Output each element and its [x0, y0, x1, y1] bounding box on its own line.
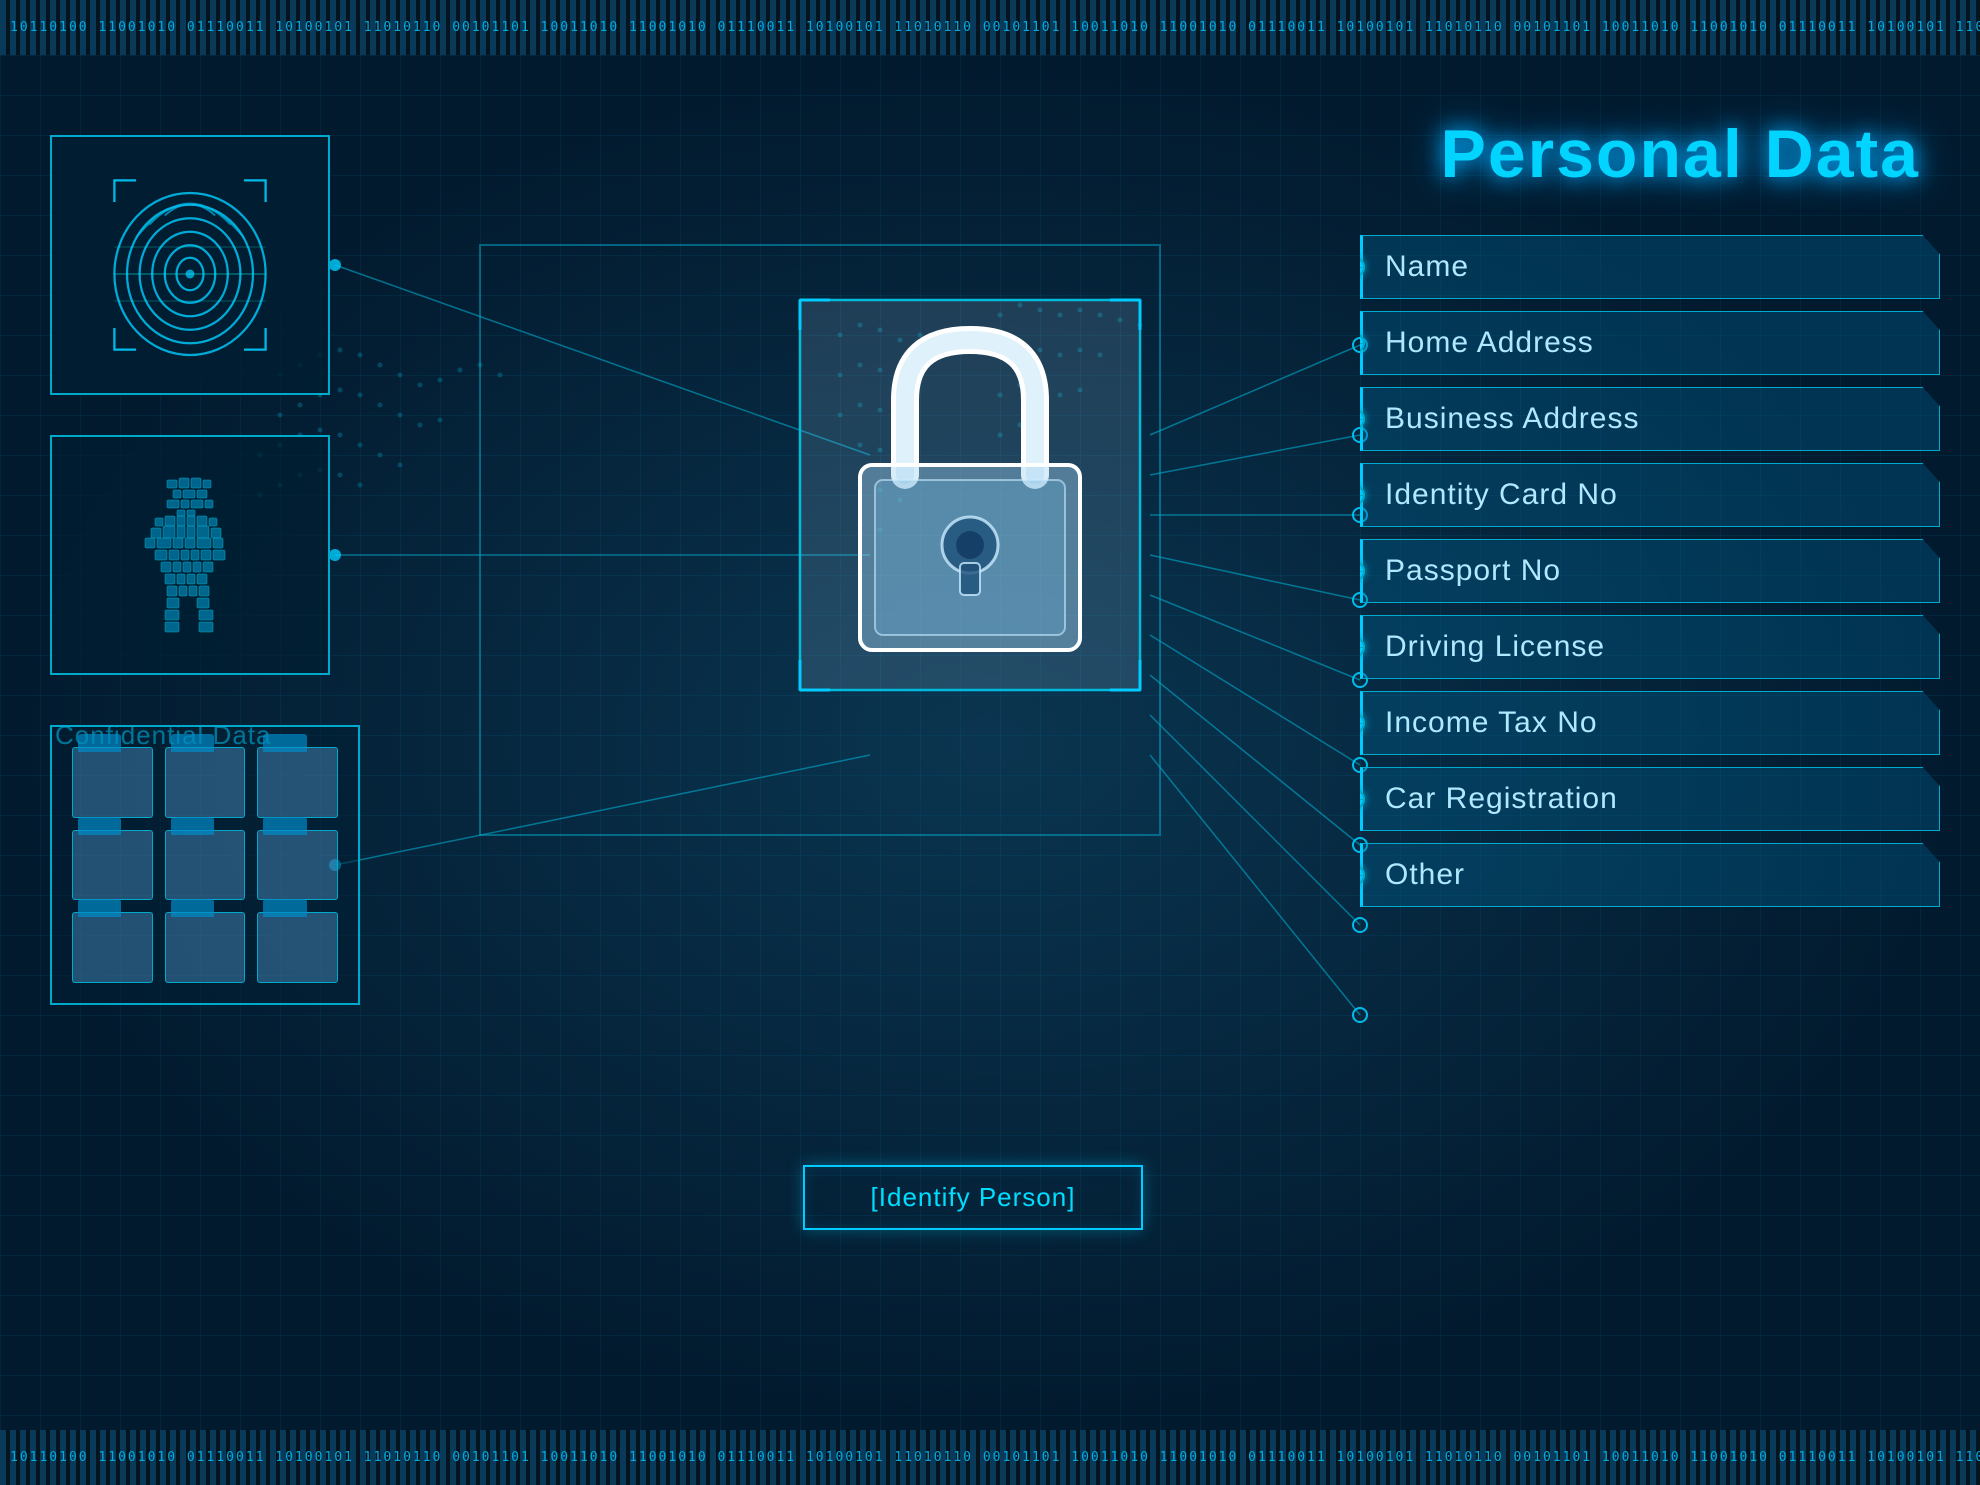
folder-icon-5	[165, 830, 246, 901]
folder-icon-8	[165, 912, 246, 983]
data-item-business-address: Business Address	[1360, 387, 1940, 451]
folder-icon-6	[257, 830, 338, 901]
top-data-strip	[0, 0, 1980, 55]
fingerprint-panel	[50, 135, 330, 395]
data-item-name: Name	[1360, 235, 1940, 299]
bottom-data-strip	[0, 1430, 1980, 1485]
data-item-car-registration: Car Registration	[1360, 767, 1940, 831]
folder-icon-9	[257, 912, 338, 983]
lock-container	[770, 255, 1170, 735]
files-panel	[50, 725, 360, 1005]
folder-icon-4	[72, 830, 153, 901]
data-item-income-tax-no: Income Tax No	[1360, 691, 1940, 755]
personal-data-list: Name Home Address Business Address Ident…	[1360, 235, 1940, 907]
folder-icon-1	[72, 747, 153, 818]
identify-person-button[interactable]: [Identify Person]	[803, 1165, 1143, 1230]
data-item-identity-card-no: Identity Card No	[1360, 463, 1940, 527]
folder-icon-2	[165, 747, 246, 818]
folder-icon-7	[72, 912, 153, 983]
data-item-passport-no: Passport No	[1360, 539, 1940, 603]
data-item-home-address: Home Address	[1360, 311, 1940, 375]
person-silhouette-icon	[115, 470, 265, 640]
padlock-icon	[780, 280, 1160, 710]
data-item-other: Other	[1360, 843, 1940, 907]
data-item-driving-license: Driving License	[1360, 615, 1940, 679]
main-content: Personal Data	[0, 55, 1980, 1430]
person-panel	[50, 435, 330, 675]
fingerprint-icon	[90, 155, 290, 375]
page-title: Personal Data	[1440, 115, 1920, 193]
folder-icon-3	[257, 747, 338, 818]
